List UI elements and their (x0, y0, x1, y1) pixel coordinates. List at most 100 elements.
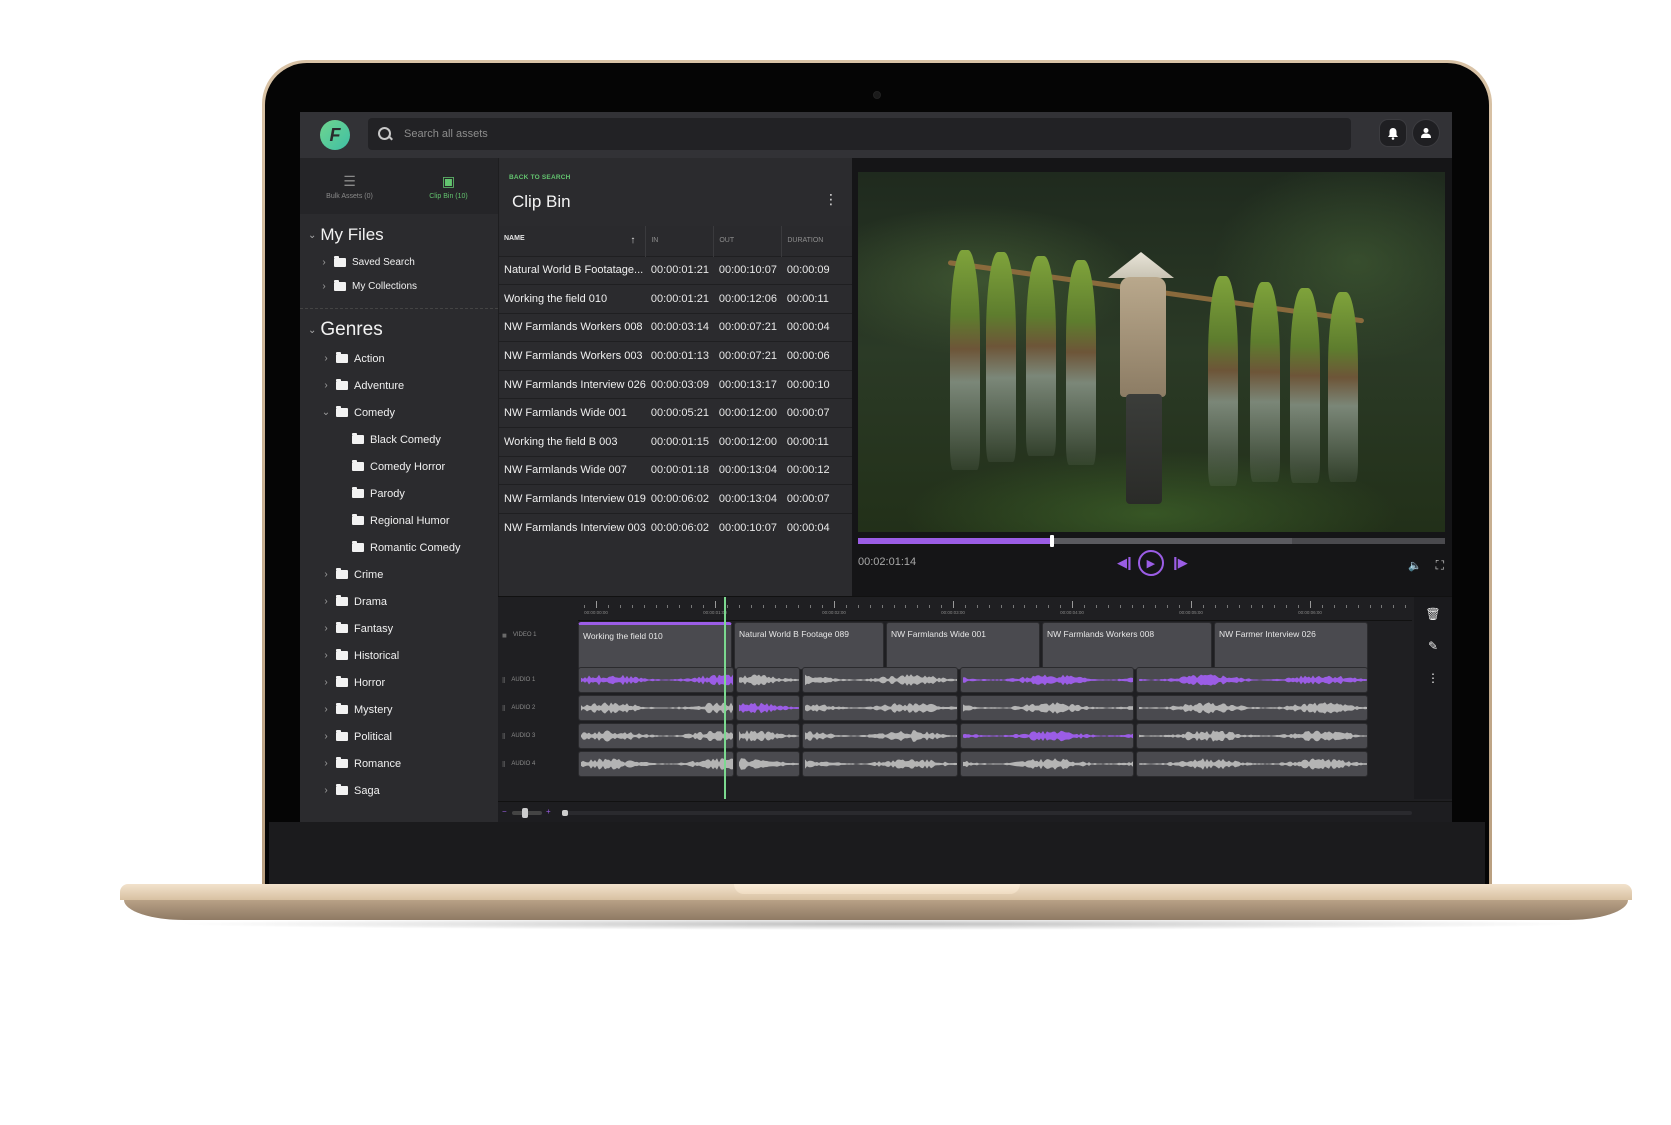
audio-clip[interactable] (578, 751, 734, 777)
step-forward-icon[interactable]: ❙▶ (1170, 555, 1188, 571)
track-label-audio-1[interactable]: ‖ AUDIO 1 (502, 667, 576, 693)
tree-item-saga[interactable]: › Saga (300, 777, 498, 804)
pencil-icon[interactable]: ✎ (1428, 639, 1438, 653)
audio-clip[interactable] (1136, 751, 1368, 777)
tree-item-my-collections[interactable]: › My Collections (300, 274, 498, 298)
column-header-in[interactable]: IN (645, 226, 715, 256)
back-to-search-link[interactable]: BACK TO SEARCH (509, 174, 571, 181)
tree-item-fantasy[interactable]: › Fantasy (300, 615, 498, 642)
more-options-icon[interactable]: ⋮ (824, 192, 838, 206)
video-clip[interactable]: NW Farmer Interview 026 (1214, 622, 1368, 670)
more-vertical-icon[interactable]: ⋮ (1427, 671, 1439, 685)
tree-item-drama[interactable]: › Drama (300, 588, 498, 615)
tree-item-adventure[interactable]: › Adventure (300, 372, 498, 399)
clip-in-cell: 00:00:06:02 (645, 484, 714, 514)
volume-icon[interactable]: 🔈 (1408, 559, 1422, 572)
bell-icon (1388, 127, 1398, 140)
audio-clip[interactable] (802, 751, 958, 777)
genres-header[interactable]: ⌄ Genres (300, 315, 498, 345)
tree-item-political[interactable]: › Political (300, 723, 498, 750)
video-clip[interactable]: NW Farmlands Wide 001 (886, 622, 1040, 670)
tree-item-comedy[interactable]: ⌄ Comedy (300, 399, 498, 426)
zoom-slider-handle[interactable] (522, 808, 528, 818)
table-row[interactable]: Natural World B Footatage... 00:00:01:21 0… (499, 255, 853, 285)
ruler-tick (941, 605, 943, 608)
ruler-tick (1107, 605, 1109, 608)
audio-clip[interactable] (1136, 723, 1368, 749)
playhead[interactable] (724, 597, 726, 799)
notifications-button[interactable] (1379, 119, 1407, 147)
scrollbar-thumb[interactable] (562, 810, 568, 816)
audio-clip[interactable] (578, 667, 734, 693)
sort-ascending-icon[interactable]: ↑ (630, 235, 635, 246)
table-row[interactable]: NW Farmlands Interview 019 00:00:06:02 00:… (499, 484, 853, 514)
search-bar[interactable] (368, 118, 1351, 150)
fullscreen-icon[interactable]: ⛶ (1436, 558, 1444, 573)
playback-progress-bar[interactable] (858, 535, 1445, 547)
zoom-out-icon[interactable]: − (502, 807, 507, 816)
table-row[interactable]: NW Farmlands Wide 001 00:00:05:21 00:00:12… (499, 398, 853, 428)
tree-item-horror[interactable]: › Horror (300, 669, 498, 696)
tab-clip-bin[interactable]: ▣ Clip Bin (10) (399, 158, 498, 214)
play-button[interactable]: ▶ (1137, 550, 1164, 576)
account-button[interactable] (1412, 119, 1440, 147)
audio-clip[interactable] (736, 695, 800, 721)
table-row[interactable]: NW Farmlands Interview 026 00:00:03:09 00:… (499, 369, 853, 399)
track-label-audio-3[interactable]: ‖ AUDIO 3 (502, 723, 576, 749)
step-back-icon[interactable]: ◀❙ (1117, 555, 1135, 571)
ruler-tick (1202, 605, 1204, 608)
audio-clip[interactable] (802, 667, 958, 693)
table-row[interactable]: Working the field B 003 00:00:01:15 00:00:… (499, 427, 853, 457)
table-row[interactable]: NW Farmlands Wide 007 00:00:01:18 00:00:13… (499, 455, 853, 485)
timeline-scrollbar[interactable] (562, 810, 1412, 816)
audio-clip[interactable] (1136, 667, 1368, 693)
timeline-ruler[interactable]: 00:00:00:00 00:00:01:00 00:00:02:00 00:00:0… (578, 597, 1412, 621)
tree-item-regional-humor[interactable]: Regional Humor (300, 507, 498, 534)
column-header-name[interactable]: NAME ↑ (499, 226, 647, 256)
track-label-video-1[interactable]: ■ VIDEO 1 (502, 622, 576, 648)
audio-clip[interactable] (802, 695, 958, 721)
tree-item-romantic-comedy[interactable]: Romantic Comedy (300, 534, 498, 561)
tree-item-historical[interactable]: › Historical (300, 642, 498, 669)
audio-clip[interactable] (736, 751, 800, 777)
tree-item-saved-search[interactable]: › Saved Search (300, 250, 498, 274)
tree-item-mystery[interactable]: › Mystery (300, 696, 498, 723)
audio-clip[interactable] (736, 667, 800, 693)
audio-clip[interactable] (578, 723, 734, 749)
audio-clip[interactable] (736, 723, 800, 749)
video-frame[interactable] (858, 172, 1445, 532)
timeline-zoom-slider[interactable] (512, 808, 542, 818)
app-logo[interactable]: F (320, 120, 350, 150)
tree-item-crime[interactable]: › Crime (300, 561, 498, 588)
scrubber-handle[interactable] (1049, 535, 1054, 547)
tree-item-black-comedy[interactable]: Black Comedy (300, 426, 498, 453)
my-files-header[interactable]: ⌄ My Files (300, 220, 498, 250)
tree-item-comedy-horror[interactable]: Comedy Horror (300, 453, 498, 480)
video-clip[interactable]: Natural World B Footage 089 (734, 622, 884, 670)
table-row[interactable]: Working the field 010 00:00:01:21 00:00:12… (499, 284, 853, 314)
clip-out-cell: 00:00:13:04 (713, 484, 782, 514)
tree-item-parody[interactable]: Parody (300, 480, 498, 507)
audio-clip[interactable] (1136, 695, 1368, 721)
audio-clip[interactable] (960, 723, 1134, 749)
table-row[interactable]: NW Farmlands Interview 003 00:00:06:02 00:… (499, 512, 853, 542)
table-row[interactable]: NW Farmlands Workers 008 00:00:03:14 00:00… (499, 312, 853, 342)
table-row[interactable]: NW Farmlands Workers 003 00:00:01:13 00:00… (499, 341, 853, 371)
audio-clip[interactable] (802, 723, 958, 749)
video-clip[interactable]: Working the field 010 (578, 622, 732, 670)
column-header-out[interactable]: OUT (713, 226, 783, 256)
tree-item-action[interactable]: › Action (300, 345, 498, 372)
trash-icon[interactable]: 🗑 (1425, 607, 1440, 621)
track-label-audio-2[interactable]: ‖ AUDIO 2 (502, 695, 576, 721)
audio-clip[interactable] (960, 751, 1134, 777)
column-header-duration[interactable]: DURATION (781, 226, 853, 256)
track-label-audio-4[interactable]: ‖ AUDIO 4 (502, 751, 576, 777)
zoom-in-icon[interactable]: + (546, 807, 551, 816)
video-clip[interactable]: NW Farmlands Workers 008 (1042, 622, 1212, 670)
search-input[interactable] (404, 128, 1304, 140)
audio-clip[interactable] (960, 695, 1134, 721)
audio-clip[interactable] (960, 667, 1134, 693)
tree-item-romance[interactable]: › Romance (300, 750, 498, 777)
audio-clip[interactable] (578, 695, 734, 721)
tab-bulk-assets[interactable]: ☰ Bulk Assets (0) (300, 158, 399, 214)
